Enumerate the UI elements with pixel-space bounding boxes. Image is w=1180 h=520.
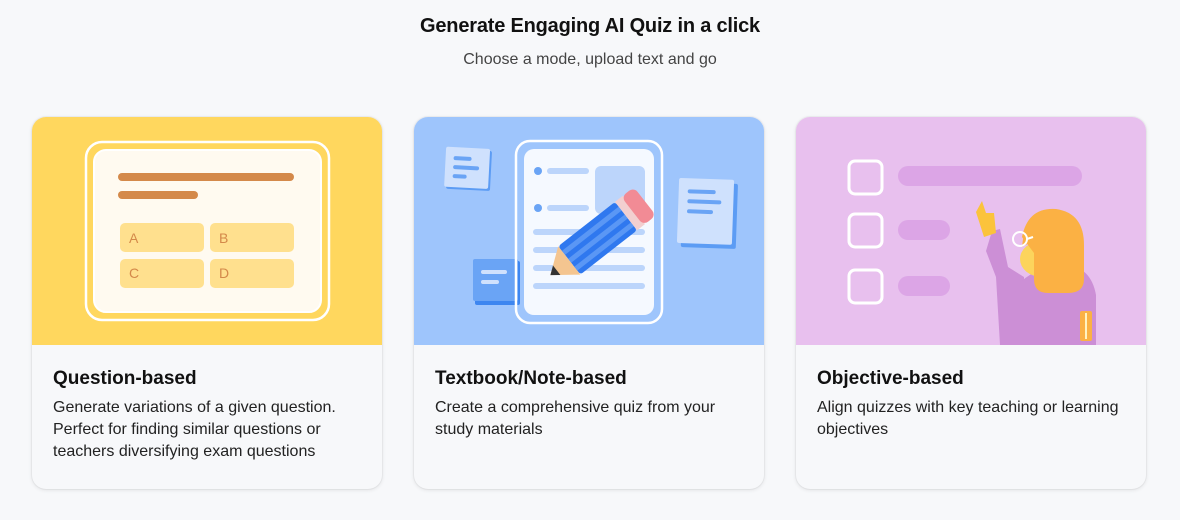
card-title: Objective-based [817, 368, 964, 389]
mode-cards: A B C D Question-based Generate variatio… [32, 117, 1146, 489]
card-description: Align quizzes with key teaching or learn… [817, 399, 1119, 438]
card-body: Question-based Generate variations of a … [32, 345, 382, 463]
card-description: Generate variations of a given question.… [53, 399, 336, 460]
option-d-label: D [219, 265, 229, 281]
objective-based-card[interactable]: Objective-based Align quizzes with key t… [796, 117, 1146, 489]
option-c-label: C [129, 265, 139, 281]
card-body: Objective-based Align quizzes with key t… [796, 345, 1146, 441]
option-a-label: A [129, 230, 139, 246]
textbook-note-based-card[interactable]: Textbook/Note-based Create a comprehensi… [414, 117, 764, 489]
teacher-checklist-icon [796, 117, 1146, 345]
page-subtitle: Choose a mode, upload text and go [463, 51, 717, 68]
card-title: Textbook/Note-based [435, 368, 627, 389]
question-based-card[interactable]: A B C D Question-based Generate variatio… [32, 117, 382, 489]
quiz-options-icon: A B C D [32, 117, 382, 345]
notes-pencil-icon [414, 117, 764, 345]
card-title: Question-based [53, 368, 197, 389]
card-body: Textbook/Note-based Create a comprehensi… [414, 345, 764, 441]
page-title: Generate Engaging AI Quiz in a click [420, 15, 760, 37]
page-header: Generate Engaging AI Quiz in a click Cho… [0, 0, 1180, 70]
option-b-label: B [219, 230, 228, 246]
card-description: Create a comprehensive quiz from your st… [435, 399, 716, 438]
